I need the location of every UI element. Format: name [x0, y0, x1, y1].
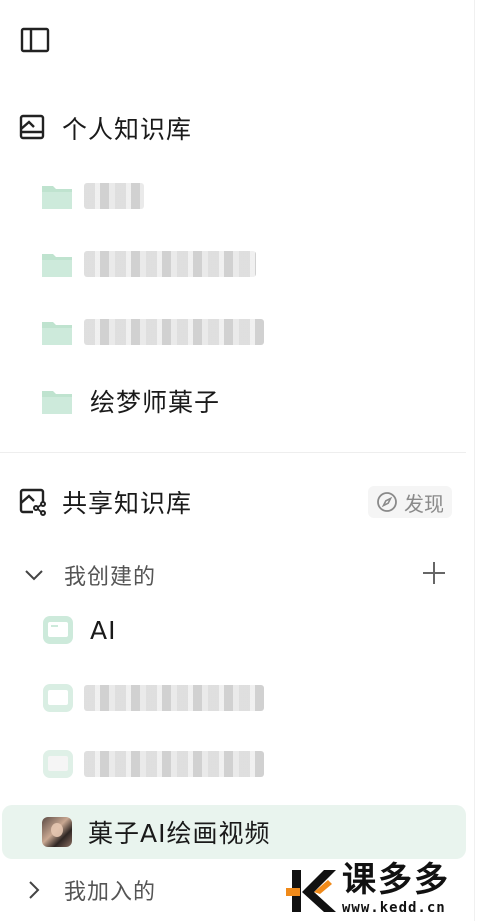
blurred-folder-name [84, 319, 264, 345]
library-item-ai[interactable]: AI [2, 603, 466, 657]
add-library-button[interactable] [420, 559, 448, 587]
folder-icon [42, 254, 72, 277]
plus-icon [423, 562, 445, 584]
personal-library-icon [19, 114, 45, 140]
joined-group-label: 我加入的 [64, 880, 157, 905]
personal-library-header[interactable]: 个人知识库 [18, 108, 192, 148]
library-icon [43, 616, 73, 644]
discover-button[interactable]: 发现 [368, 486, 452, 518]
blurred-library-name [84, 751, 264, 777]
shared-library-title: 共享知识库 [62, 489, 193, 518]
watermark-logo-icon [286, 870, 336, 912]
blurred-folder-name [84, 251, 256, 277]
library-item[interactable] [2, 671, 466, 725]
blurred-library-name [84, 685, 264, 711]
watermark: 课多多 www.kedd.cn [284, 860, 480, 916]
discover-label: 发现 [404, 491, 444, 516]
library-icon [43, 750, 73, 778]
watermark-title: 课多多 [342, 860, 450, 900]
folder-icon [42, 322, 72, 345]
chevron-down-icon [25, 570, 43, 581]
shared-library-header[interactable]: 共享知识库 [18, 482, 192, 522]
shared-library-icon [19, 488, 46, 516]
library-name: AI [90, 615, 117, 645]
section-divider [0, 452, 466, 453]
library-avatar [42, 817, 72, 847]
folder-item-huimengshi[interactable]: 绘梦师菓子 [40, 379, 460, 423]
folder-item[interactable] [40, 310, 460, 354]
created-group-label: 我创建的 [64, 565, 157, 590]
folder-icon [42, 391, 72, 414]
sidebar-toggle-button[interactable] [18, 24, 52, 56]
compass-icon [377, 492, 397, 512]
folder-item[interactable] [40, 174, 460, 218]
library-icon [43, 684, 73, 712]
watermark-url: www.kedd.cn [342, 900, 446, 916]
created-group-toggle[interactable]: 我创建的 [22, 557, 452, 593]
blurred-folder-name [84, 183, 144, 209]
folder-icon [42, 186, 72, 209]
library-item[interactable] [2, 737, 466, 791]
chevron-right-icon [29, 881, 40, 899]
folder-item[interactable] [40, 242, 460, 286]
library-item-yezi-ai-video[interactable]: 菓子AI绘画视频 [2, 805, 466, 859]
personal-library-title: 个人知识库 [62, 115, 193, 144]
folder-name: 绘梦师菓子 [90, 388, 221, 417]
library-name: 菓子AI绘画视频 [88, 819, 271, 848]
knowledge-sidebar: 个人知识库 绘梦师菓子 共享知识库 发现 我创建的 AI 菓子AI绘画视频 我加… [0, 0, 475, 921]
sidebar-toggle-icon [20, 27, 50, 53]
